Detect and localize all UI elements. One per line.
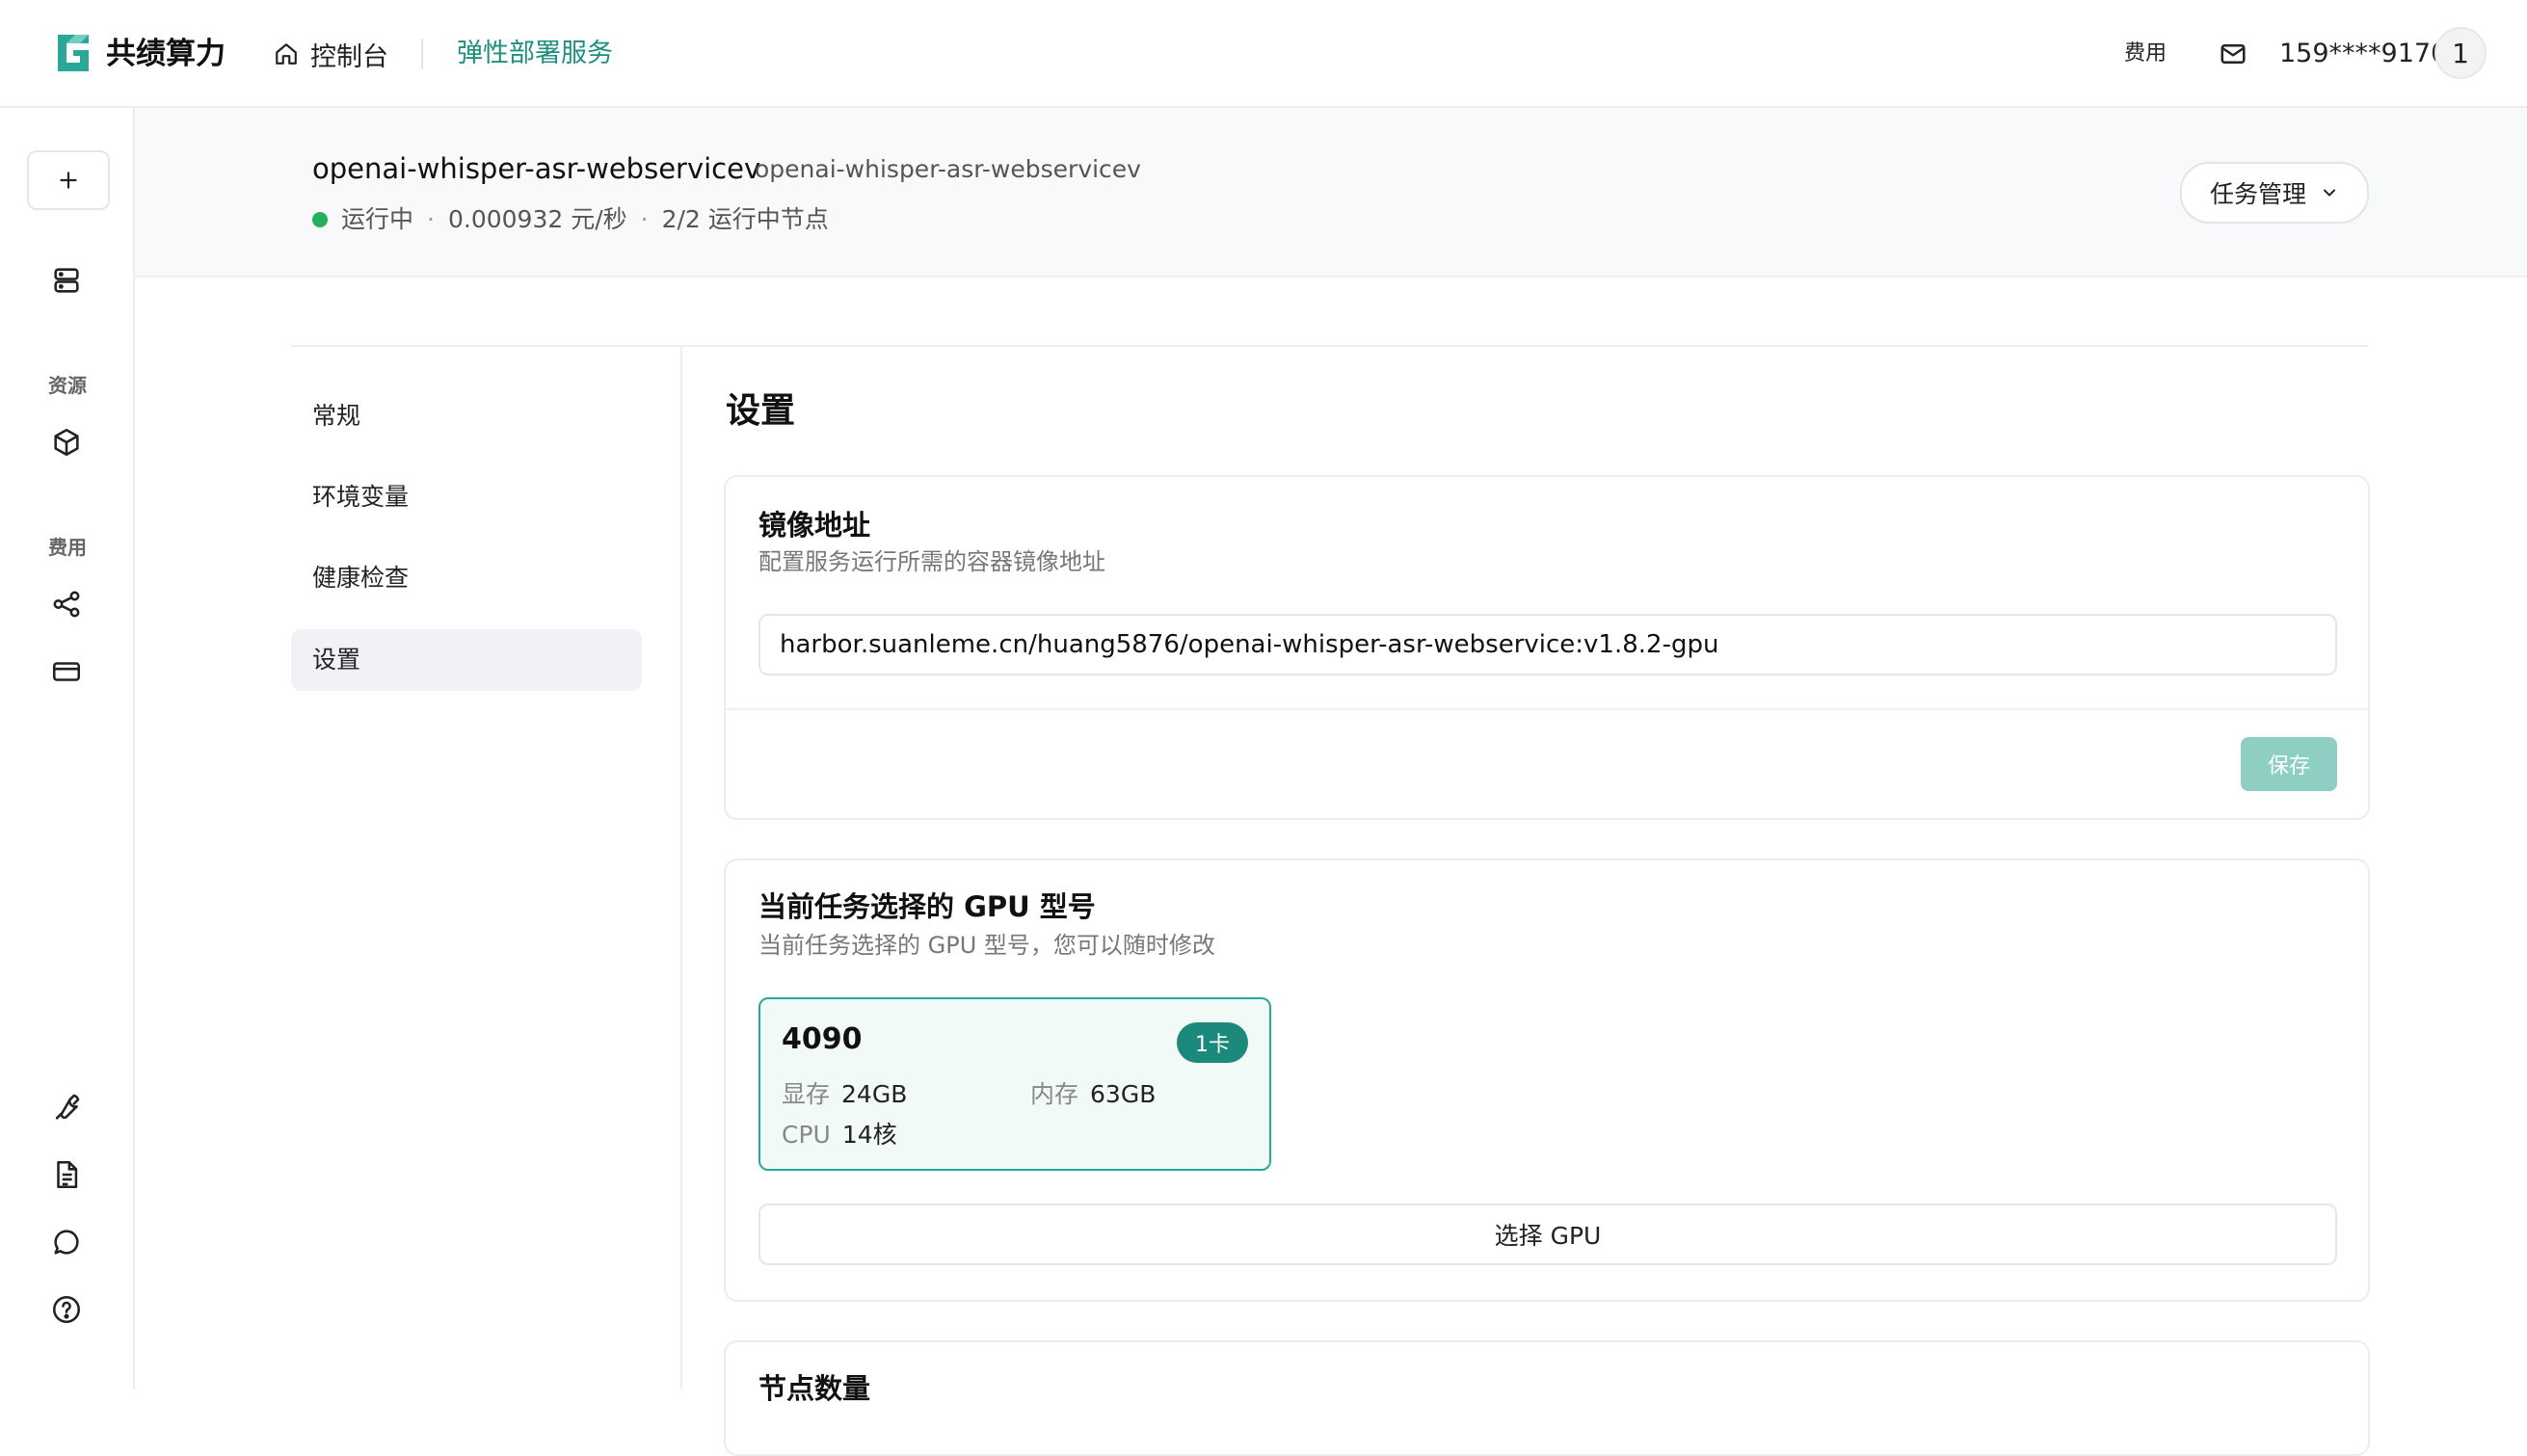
- sidenav-item-general[interactable]: 常规: [291, 385, 642, 447]
- service-header: [135, 108, 2527, 278]
- separator-dot: ·: [640, 205, 649, 233]
- rail-section-resources: 资源: [48, 374, 87, 397]
- service-price: 0.000932 元/秒: [447, 205, 627, 233]
- gpu-cpu: CPU 14核: [782, 1117, 897, 1153]
- status-dot: [312, 212, 328, 227]
- save-button[interactable]: 保存: [2241, 737, 2337, 791]
- rail-section-fees: 费用: [48, 536, 87, 559]
- page-title: 设置: [726, 391, 796, 431]
- content-vertical-divider: [680, 347, 682, 1390]
- sidenav-item-health-check[interactable]: 健康检查: [291, 547, 642, 609]
- node-count-title: 节点数量: [758, 1372, 871, 1405]
- left-rail: 资源 费用: [0, 108, 135, 1390]
- service-status-line: 运行中 · 0.000932 元/秒 · 2/2 运行中节点: [312, 200, 829, 239]
- image-address-desc: 配置服务运行所需的容器镜像地址: [758, 548, 1105, 575]
- separator-dot: ·: [427, 205, 435, 233]
- gpu-model-card: 当前任务选择的 GPU 型号 当前任务选择的 GPU 型号，您可以随时修改 40…: [724, 859, 2370, 1302]
- sidenav-item-settings[interactable]: 设置: [291, 629, 642, 691]
- user-phone[interactable]: 159****9170: [2279, 33, 2447, 75]
- card-icon[interactable]: [50, 655, 83, 688]
- help-icon[interactable]: [50, 1293, 83, 1326]
- gpu-section-title: 当前任务选择的 GPU 型号: [758, 890, 1096, 923]
- chevron-down-icon: [2324, 189, 2335, 197]
- service-subtitle: openai-whisper-asr-webservicev: [755, 155, 1141, 183]
- gpu-cpu-value: 14核: [841, 1121, 897, 1149]
- server-icon[interactable]: [50, 264, 83, 297]
- brand-logo-icon[interactable]: [54, 33, 93, 73]
- gpu-count-badge: 1卡: [1177, 1022, 1248, 1063]
- plus-icon: [60, 172, 77, 189]
- sidenav-item-env-vars[interactable]: 环境变量: [291, 466, 642, 528]
- avatar[interactable]: 1: [2434, 27, 2487, 79]
- node-count-card: 节点数量: [724, 1340, 2370, 1456]
- home-icon: [276, 43, 297, 65]
- gpu-memory: 内存 63GB: [1030, 1076, 1156, 1113]
- gpu-option-card[interactable]: 4090 1卡 显存 24GB 内存 63GB CPU 14核: [758, 997, 1271, 1171]
- top-bar: 共绩算力 控制台 弹性部署服务 费用 159****9170 1: [0, 0, 2527, 108]
- status-badge: 运行中: [341, 205, 414, 233]
- gpu-cpu-label: CPU: [782, 1121, 831, 1149]
- gpu-memory-label: 内存: [1030, 1080, 1079, 1108]
- nav-divider: [421, 39, 423, 69]
- gpu-vram-value: 24GB: [841, 1080, 908, 1108]
- gpu-vram-label: 显存: [782, 1080, 831, 1108]
- mail-icon[interactable]: [2219, 40, 2248, 68]
- service-name: openai-whisper-asr-webservicev: [312, 152, 761, 185]
- share-icon[interactable]: [50, 588, 83, 621]
- gpu-memory-value: 63GB: [1090, 1080, 1157, 1108]
- task-management-button[interactable]: 任务管理: [2180, 162, 2369, 224]
- chat-icon[interactable]: [50, 1226, 83, 1258]
- document-icon[interactable]: [50, 1158, 83, 1191]
- gpu-vram: 显存 24GB: [782, 1076, 907, 1113]
- nav-console-label: 控制台: [310, 41, 388, 72]
- image-address-input[interactable]: [758, 614, 2337, 675]
- add-button[interactable]: [27, 150, 110, 210]
- task-management-label: 任务管理: [2209, 180, 2306, 208]
- gpu-section-desc: 当前任务选择的 GPU 型号，您可以随时修改: [758, 932, 1215, 959]
- nav-elastic-deploy-link[interactable]: 弹性部署服务: [457, 33, 613, 75]
- card-divider: [726, 708, 2368, 710]
- nav-console-link[interactable]: 控制台: [274, 33, 388, 75]
- select-gpu-button[interactable]: 选择 GPU: [758, 1204, 2337, 1265]
- gpu-model-name: 4090: [782, 1022, 863, 1056]
- service-nodes: 2/2 运行中节点: [661, 205, 829, 233]
- content-top-divider: [291, 345, 2369, 347]
- cube-icon[interactable]: [50, 426, 83, 459]
- wrench-icon[interactable]: [50, 1091, 83, 1124]
- image-address-card: 镜像地址 配置服务运行所需的容器镜像地址 保存: [724, 475, 2370, 820]
- brand-name[interactable]: 共绩算力: [106, 33, 226, 75]
- fee-link[interactable]: 费用: [2124, 37, 2167, 71]
- image-address-title: 镜像地址: [758, 509, 871, 542]
